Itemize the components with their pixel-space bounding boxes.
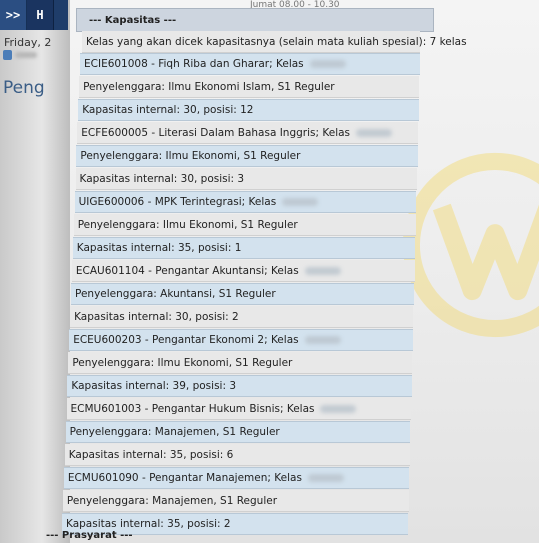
sidebar-heading: Peng	[3, 78, 45, 98]
list-item: Kapasitas internal: 35, posisi: 1	[72, 237, 416, 259]
list-item: Kapasitas internal: 39, posisi: 3	[67, 375, 412, 397]
list-item-text: Penyelenggara: Ilmu Ekonomi, S1 Reguler	[72, 356, 293, 369]
list-item-text: ECEU600203 - Pengantar Ekonomi 2; Kelas	[73, 334, 299, 346]
list-item: Penyelenggara: Ilmu Ekonomi, S1 Reguler	[73, 214, 416, 236]
top-nav: >> H	[0, 0, 68, 30]
list-item: Kapasitas internal: 30, posisi: 3	[75, 168, 417, 190]
user-icon	[3, 50, 12, 60]
list-item: Penyelenggara: Ilmu Ekonomi, S1 Reguler	[76, 145, 418, 167]
list-item-text: ECIE601008 - Fiqh Riba dan Gharar; Kelas	[84, 58, 304, 70]
list-item: ECEU600203 - Pengantar Ekonomi 2; Kelas	[69, 329, 413, 351]
list-item-text: ECFE600005 - Literasi Dalam Bahasa Inggr…	[81, 126, 351, 139]
list-item-text: UIGE600006 - MPK Terintegrasi; Kelas	[78, 196, 277, 208]
list-item: ECFE600005 - Literasi Dalam Bahasa Inggr…	[77, 122, 419, 144]
list-item-text: Kapasitas internal: 35, posisi: 1	[76, 242, 242, 254]
main-panel: Jumat 08.00 - 10.30 --- Kapasitas --- Ke…	[46, 0, 539, 543]
redacted-class-name	[304, 336, 341, 344]
redacted-class-name	[282, 198, 319, 206]
list-item: ECAU601104 - Pengantar Akuntansi; Kelas	[71, 260, 415, 282]
list-item: ECMU601003 - Pengantar Hukum Bisnis; Kel…	[66, 398, 411, 420]
tab-home[interactable]: H	[27, 0, 54, 30]
watermark-logo-icon	[402, 152, 539, 338]
list-item: Penyelenggara: Ilmu Ekonomi Islam, S1 Re…	[79, 76, 420, 98]
list-item-text: Penyelenggara: Manajemen, S1 Reguler	[66, 494, 278, 507]
redacted-class-name	[304, 266, 341, 275]
list-item-text: Kapasitas internal: 35, posisi: 2	[66, 518, 231, 530]
redacted-class-name	[356, 128, 393, 137]
list-item-text: Kapasitas internal: 30, posisi: 12	[82, 104, 254, 116]
list-item-text: Penyelenggara: Ilmu Ekonomi, S1 Reguler	[77, 218, 298, 231]
intro-label: Kelas yang akan dicek kapasitasnya (sela…	[86, 35, 467, 48]
list-item: Penyelenggara: Manajemen, S1 Reguler	[62, 490, 409, 512]
day-label: Friday, 2	[4, 36, 52, 49]
user-info[interactable]	[3, 50, 37, 60]
list-item-text: Penyelenggara: Akuntansi, S1 Reguler	[75, 288, 276, 300]
list-item: Penyelenggara: Akuntansi, S1 Reguler	[71, 283, 414, 305]
list-item: Kapasitas internal: 35, posisi: 6	[64, 444, 410, 466]
list-item-text: Penyelenggara: Ilmu Ekonomi, S1 Reguler	[80, 150, 301, 162]
list-item-text: Kapasitas internal: 39, posisi: 3	[71, 380, 237, 392]
list-item: Penyelenggara: Ilmu Ekonomi, S1 Reguler	[68, 352, 413, 374]
list-item-text: ECMU601003 - Pengantar Hukum Bisnis; Kel…	[70, 402, 315, 415]
redacted-class-name	[320, 404, 357, 413]
list-item-text: Penyelenggara: Manajemen, S1 Reguler	[69, 426, 280, 438]
list-item-text: ECMU601090 - Pengantar Manajemen; Kelas	[67, 472, 302, 484]
list-item: UIGE600006 - MPK Terintegrasi; Kelas	[74, 191, 417, 213]
list-item: Penyelenggara: Manajemen, S1 Reguler	[65, 421, 411, 443]
list-item-text: ECAU601104 - Pengantar Akuntansi; Kelas	[75, 264, 299, 277]
section-title: --- Kapasitas ---	[76, 8, 434, 32]
list-item-text: Kapasitas internal: 35, posisi: 6	[68, 448, 234, 461]
list-item: Kapasitas internal: 30, posisi: 2	[70, 306, 414, 328]
list-item-text: Kapasitas internal: 30, posisi: 3	[79, 172, 245, 185]
forward-button[interactable]: >>	[0, 0, 27, 30]
left-sidebar: >> H Friday, 2 Peng	[0, 0, 71, 543]
redacted-username	[15, 52, 37, 58]
list-item: Kapasitas internal: 30, posisi: 12	[78, 99, 419, 121]
redacted-class-name	[309, 60, 346, 68]
list-item: ECIE601008 - Fiqh Riba dan Gharar; Kelas	[80, 53, 420, 75]
list-item-text: Penyelenggara: Ilmu Ekonomi Islam, S1 Re…	[83, 80, 335, 93]
intro-text: Kelas yang akan dicek kapasitasnya (sela…	[82, 31, 467, 53]
list-item: ECMU601090 - Pengantar Manajemen; Kelas	[63, 467, 410, 489]
list-item-text: Kapasitas internal: 30, posisi: 2	[74, 310, 239, 323]
footer-title: --- Prasyarat ---	[46, 530, 133, 541]
redacted-class-name	[307, 474, 344, 482]
